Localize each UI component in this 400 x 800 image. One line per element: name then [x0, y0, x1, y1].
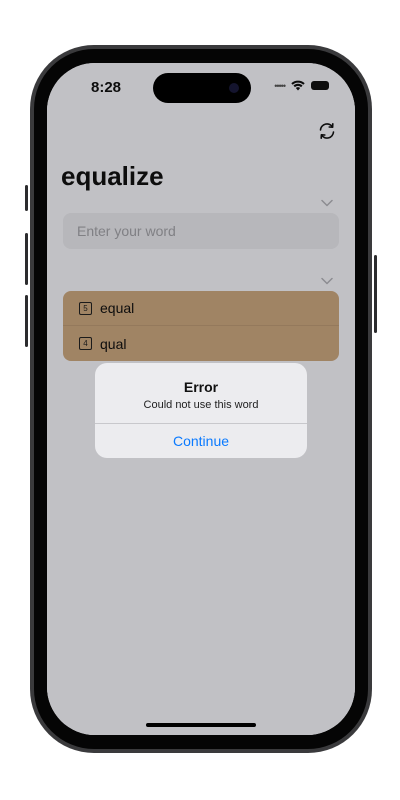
phone-volume-up [25, 233, 28, 285]
phone-side-button [25, 185, 28, 211]
alert-message: Could not use this word [143, 399, 259, 411]
home-indicator[interactable] [146, 723, 256, 727]
phone-volume-down [25, 295, 28, 347]
phone-frame: 8:28 ••••• equalize Enter your word 5 eq… [25, 45, 377, 753]
phone-bezel: 8:28 ••••• equalize Enter your word 5 eq… [34, 49, 368, 749]
screen: 8:28 ••••• equalize Enter your word 5 eq… [47, 63, 355, 735]
phone-power-button [374, 255, 377, 333]
continue-button[interactable]: Continue [95, 424, 307, 458]
alert-title: Error [183, 379, 219, 395]
error-alert: Error Could not use this word Continue [95, 363, 307, 458]
